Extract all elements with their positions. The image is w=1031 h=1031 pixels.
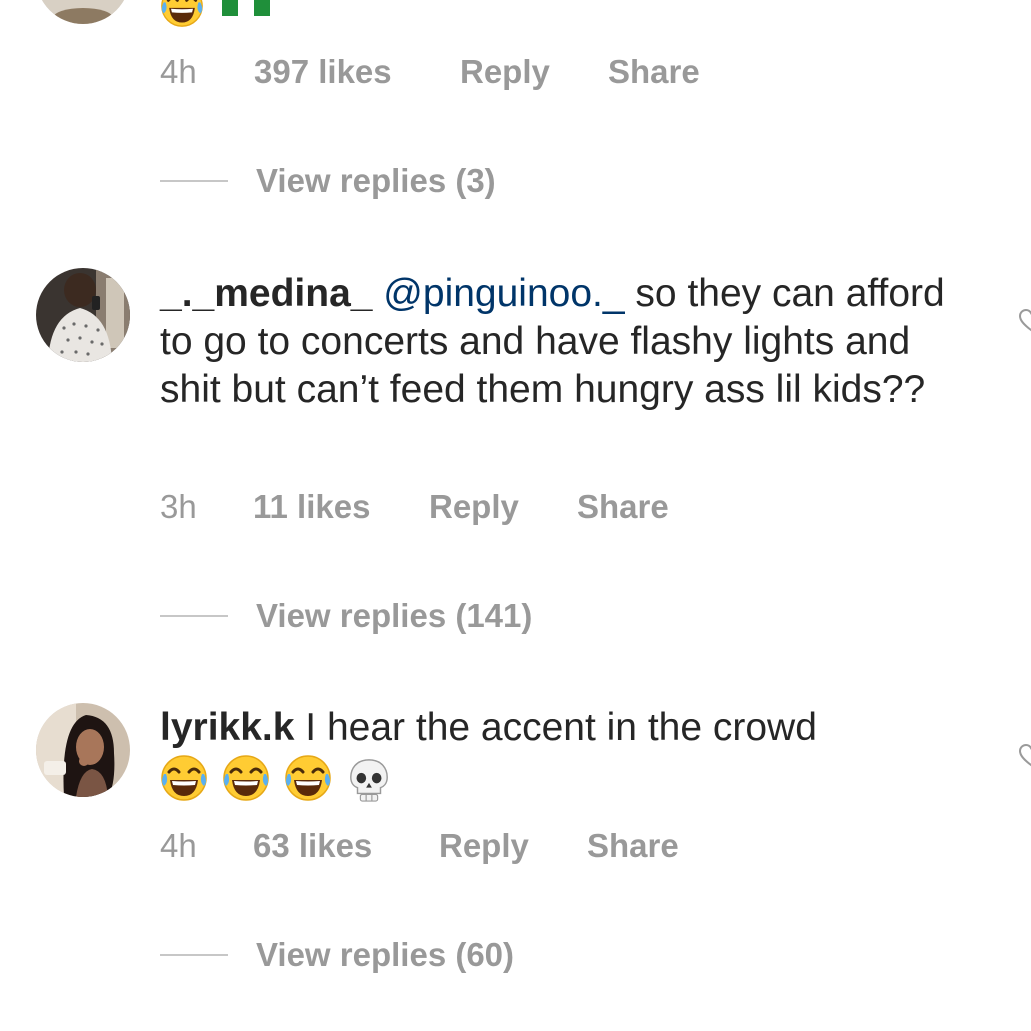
view-replies[interactable]: View replies (3)	[160, 159, 580, 203]
share-button[interactable]: Share	[577, 485, 669, 529]
comment-meta: 4h 397 likes Reply Share	[160, 50, 760, 94]
share-button[interactable]: Share	[587, 824, 679, 868]
face-with-tears-of-joy-icon	[160, 754, 208, 802]
comment-body: _._medina_ @pinguinoo._ so they can affo…	[160, 270, 960, 414]
comment-username[interactable]: _._medina_	[160, 272, 372, 315]
reply-button[interactable]: Reply	[439, 824, 529, 868]
likes-count[interactable]: 397 likes	[254, 50, 392, 94]
view-replies-label[interactable]: View replies (141)	[256, 594, 532, 638]
heart-icon[interactable]	[1019, 744, 1031, 768]
comment-mention[interactable]: @pinguinoo._	[383, 272, 624, 315]
nigeria-flag-icon	[222, 0, 270, 16]
view-replies-label[interactable]: View replies (3)	[256, 159, 496, 203]
comment-emojis	[160, 754, 400, 802]
comment-body: lyrikk.k I hear the accent in the crowd	[160, 704, 960, 752]
comment-meta: 3h 11 likes Reply Share	[160, 485, 760, 529]
avatar[interactable]	[36, 268, 130, 362]
view-replies[interactable]: View replies (60)	[160, 933, 600, 977]
divider-line	[160, 180, 228, 182]
skull-icon	[350, 759, 388, 802]
view-replies[interactable]: View replies (141)	[160, 594, 600, 638]
comment-time: 3h	[160, 488, 197, 525]
comment-meta: 4h 63 likes Reply Share	[160, 824, 760, 868]
reply-button[interactable]: Reply	[460, 50, 550, 94]
comment-time: 4h	[160, 53, 197, 90]
view-replies-label[interactable]: View replies (60)	[256, 933, 514, 977]
avatar[interactable]	[36, 0, 130, 24]
heart-icon[interactable]	[1019, 309, 1031, 333]
avatar[interactable]	[36, 703, 130, 797]
likes-count[interactable]: 11 likes	[253, 485, 370, 529]
divider-line	[160, 954, 228, 956]
reply-button[interactable]: Reply	[429, 485, 519, 529]
face-with-tears-of-joy-icon	[284, 754, 332, 802]
comment-time: 4h	[160, 827, 197, 864]
divider-line	[160, 615, 228, 617]
face-with-tears-of-joy-icon	[222, 754, 270, 802]
share-button[interactable]: Share	[608, 50, 700, 94]
comment-text: I hear the accent in the crowd	[294, 706, 817, 749]
comment-username[interactable]: lyrikk.k	[160, 706, 294, 749]
likes-count[interactable]: 63 likes	[253, 824, 372, 868]
face-with-tears-of-joy-icon	[160, 0, 204, 28]
